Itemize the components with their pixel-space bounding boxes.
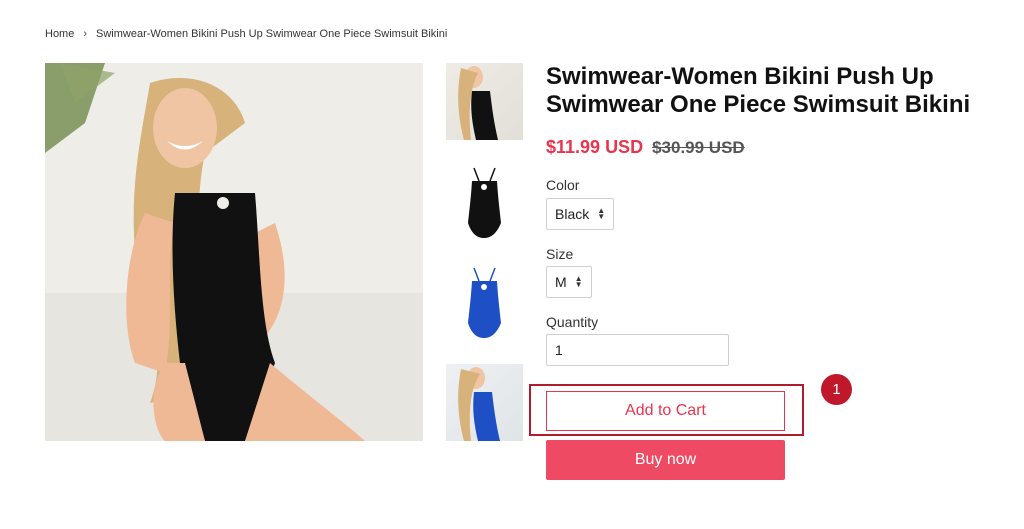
color-label: Color <box>546 177 580 193</box>
breadcrumb: Home › Swimwear-Women Bikini Push Up Swi… <box>45 28 447 40</box>
select-arrows-icon: ▲ ▼ <box>574 274 583 289</box>
breadcrumb-current: Swimwear-Women Bikini Push Up Swimwear O… <box>96 28 448 40</box>
thumbnail-blue-swimsuit[interactable] <box>446 263 523 340</box>
price-block: $11.99 USD $30.99 USD <box>546 137 745 158</box>
thumbnail-model-blue[interactable] <box>446 364 523 441</box>
size-select-value: M <box>555 274 567 290</box>
quantity-input[interactable] <box>546 334 729 366</box>
breadcrumb-separator: › <box>83 28 88 40</box>
thumbnail-black-swimsuit[interactable] <box>446 163 523 240</box>
buy-now-button[interactable]: Buy now <box>546 440 785 480</box>
add-to-cart-button[interactable]: Add to Cart <box>546 391 785 431</box>
sale-price: $11.99 USD <box>546 137 644 157</box>
color-select-value: Black <box>555 206 590 222</box>
product-info: Swimwear-Women Bikini Push Up Swimwear O… <box>546 63 1006 366</box>
size-label: Size <box>546 246 574 262</box>
color-select[interactable]: Black ▲ ▼ <box>546 198 615 230</box>
select-arrows-icon: ▲ ▼ <box>597 206 606 221</box>
thumbnail-model-black[interactable] <box>446 63 523 140</box>
quantity-label: Quantity <box>546 314 599 330</box>
compare-price: $30.99 USD <box>652 138 745 157</box>
model-photo-illustration <box>45 63 423 441</box>
size-select[interactable]: M ▲ ▼ <box>546 266 592 298</box>
main-product-image[interactable] <box>45 63 423 441</box>
breadcrumb-home-link[interactable]: Home <box>45 28 74 40</box>
product-title: Swimwear-Women Bikini Push Up Swimwear O… <box>546 63 971 118</box>
step-number-badge: 1 <box>821 374 852 405</box>
